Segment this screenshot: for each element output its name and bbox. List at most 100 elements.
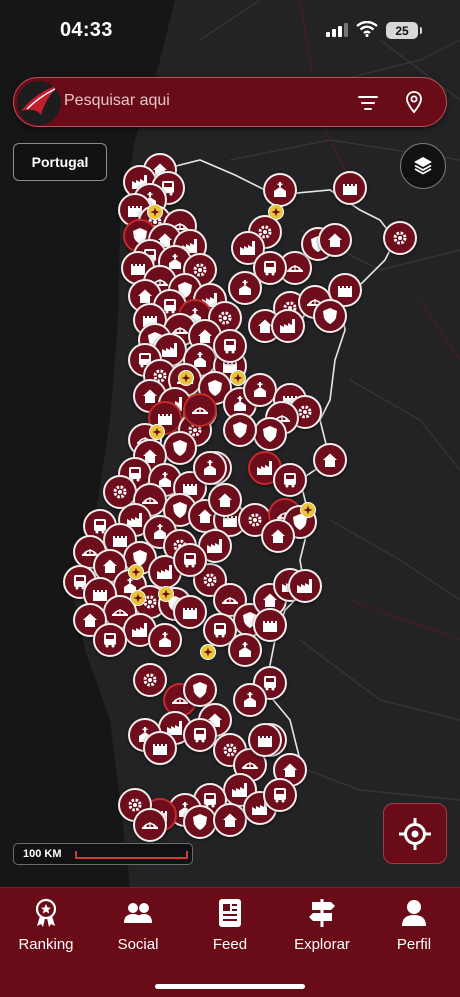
map-marker-shield[interactable] — [183, 673, 217, 707]
map-marker-gear[interactable] — [383, 221, 417, 255]
map-pin-icon[interactable] — [402, 90, 426, 114]
map-view[interactable] — [0, 0, 460, 887]
castle-icon — [338, 286, 352, 297]
search-input[interactable]: Pesquisar aqui — [64, 92, 170, 110]
map-marker-star-icon[interactable] — [128, 564, 144, 580]
map-marker-church[interactable] — [148, 623, 182, 657]
church-icon — [239, 280, 251, 295]
map-marker-shield[interactable] — [223, 413, 257, 447]
users-icon — [123, 898, 153, 928]
locate-me-button[interactable] — [383, 803, 447, 864]
bus-icon — [274, 788, 286, 803]
map-marker-castle[interactable] — [143, 731, 177, 765]
map-marker-shield[interactable] — [253, 417, 287, 451]
layers-button[interactable] — [400, 143, 446, 189]
map-marker-bus[interactable] — [213, 329, 247, 363]
map-marker-shield[interactable] — [313, 299, 347, 333]
map-marker-factory[interactable] — [271, 309, 305, 343]
map-marker-bus[interactable] — [183, 718, 217, 752]
map-marker-church[interactable] — [228, 271, 262, 305]
tab-explorar[interactable]: Explorar — [276, 898, 368, 968]
map-marker-star-icon[interactable] — [147, 204, 163, 220]
app-logo — [17, 81, 61, 125]
gear-icon — [113, 485, 127, 499]
map-marker-house[interactable] — [208, 483, 242, 517]
bridge-icon — [192, 407, 208, 414]
map-marker-castle[interactable] — [253, 608, 287, 642]
map-marker-star-icon[interactable] — [230, 370, 246, 386]
map-marker-church[interactable] — [263, 173, 297, 207]
gear-icon — [248, 513, 262, 527]
map-marker-star-icon[interactable] — [300, 502, 316, 518]
house-icon — [218, 493, 232, 507]
map-marker-gear[interactable] — [133, 663, 167, 697]
map-marker-bus[interactable] — [93, 623, 127, 657]
map-marker-star-icon[interactable] — [149, 424, 165, 440]
factory-icon — [207, 539, 222, 553]
bus-icon — [184, 553, 196, 568]
factory-icon — [257, 461, 272, 475]
tab-social-label: Social — [117, 936, 159, 953]
house-icon — [223, 813, 237, 827]
map-marker-church[interactable] — [243, 373, 277, 407]
map-scale: 100 KM — [13, 843, 193, 865]
bridge-icon — [142, 822, 158, 829]
shield-icon — [173, 502, 187, 518]
signpost-icon — [307, 898, 337, 928]
map-marker-star-icon[interactable] — [130, 590, 146, 606]
house-icon — [83, 613, 97, 627]
gear-icon — [143, 673, 157, 687]
news-icon — [215, 898, 245, 928]
map-marker-star-icon[interactable] — [268, 204, 284, 220]
tab-perfil-label: Perfil — [396, 936, 432, 953]
bridge-icon — [287, 265, 303, 272]
status-bar: 04:33 25 — [0, 0, 460, 60]
map-marker-star-icon[interactable] — [158, 586, 174, 602]
map-marker-house[interactable] — [313, 443, 347, 477]
map-marker-bus[interactable] — [273, 463, 307, 497]
map-marker-church[interactable] — [193, 451, 227, 485]
map-marker-castle[interactable] — [248, 723, 282, 757]
map-marker-bridge[interactable] — [183, 393, 217, 427]
tab-social[interactable]: Social — [92, 898, 184, 968]
filter-icon[interactable] — [356, 91, 380, 115]
map-marker-shield[interactable] — [183, 805, 217, 839]
shield-icon — [323, 308, 337, 324]
church-icon — [159, 632, 171, 647]
shield-icon — [233, 422, 247, 438]
castle-icon — [263, 621, 277, 632]
shield-icon — [263, 426, 277, 442]
shield-icon — [193, 814, 207, 830]
map-marker-factory[interactable] — [288, 569, 322, 603]
tab-feed-label: Feed — [212, 936, 248, 953]
bus-icon — [264, 261, 276, 276]
church-icon — [274, 182, 286, 197]
country-selector-button[interactable]: Portugal — [13, 143, 107, 181]
search-bar[interactable]: Pesquisar aqui — [13, 77, 447, 127]
map-marker-house[interactable] — [261, 519, 295, 553]
house-icon — [283, 763, 297, 777]
scale-bar — [75, 851, 188, 859]
map-marker-church[interactable] — [228, 633, 262, 667]
castle-icon — [183, 608, 197, 619]
map-marker-house[interactable] — [213, 803, 247, 837]
tab-ranking[interactable]: Ranking — [0, 898, 92, 968]
map-marker-bus[interactable] — [263, 778, 297, 812]
map-marker-shield[interactable] — [163, 431, 197, 465]
factory-icon — [162, 343, 177, 357]
map-marker-castle[interactable] — [173, 595, 207, 629]
tab-perfil[interactable]: Perfil — [368, 898, 460, 968]
map-marker-bridge[interactable] — [133, 808, 167, 842]
factory-icon — [132, 623, 147, 637]
factory-icon — [297, 579, 312, 593]
map-marker-bus[interactable] — [173, 543, 207, 577]
tab-feed[interactable]: Feed — [184, 898, 276, 968]
map-marker-house[interactable] — [318, 223, 352, 257]
map-marker-star-icon[interactable] — [178, 370, 194, 386]
bridge-icon — [222, 597, 238, 604]
map-marker-church[interactable] — [233, 683, 267, 717]
map-marker-castle[interactable] — [333, 171, 367, 205]
map-marker-star-icon[interactable] — [200, 644, 216, 660]
status-time: 04:33 — [60, 19, 113, 41]
bridge-icon — [242, 762, 258, 769]
